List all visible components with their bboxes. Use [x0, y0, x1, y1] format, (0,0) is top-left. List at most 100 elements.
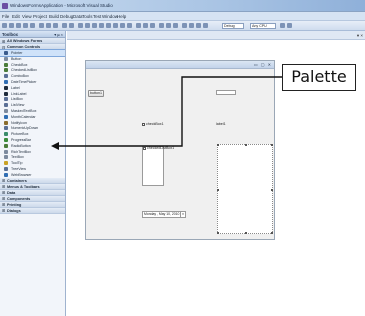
save-all-icon[interactable] — [30, 23, 35, 28]
cut-icon[interactable] — [39, 23, 44, 28]
combobox-icon — [4, 74, 8, 79]
window-title: WindowsFormsApplication - Microsoft Visu… — [10, 3, 113, 8]
size-icon[interactable] — [99, 23, 104, 28]
expand-icon[interactable]: ⊞ — [2, 208, 5, 213]
checkedlistbox1-label: checkedListBox1 — [147, 146, 175, 150]
toolbox-item-label: ListView — [11, 103, 25, 108]
resize-handle[interactable] — [217, 189, 219, 191]
form-window-controls: ▭ ▢ ✕ — [253, 62, 272, 67]
order-icon[interactable] — [113, 23, 118, 28]
platform-select[interactable]: Any CPU — [250, 23, 276, 29]
menu-edit[interactable]: Edit — [12, 14, 20, 19]
resize-handle[interactable] — [217, 144, 219, 146]
align-center-icon[interactable] — [85, 23, 90, 28]
numericupdown-icon — [4, 126, 8, 131]
label1-control[interactable]: label1 — [216, 122, 226, 126]
menu-file[interactable]: File — [2, 14, 9, 19]
toolbox-panel: Toolbox ▾ ᵽ × ⊞ All Windows Forms ⊟ Common … — [0, 31, 66, 316]
navigate-forward-icon[interactable] — [150, 23, 155, 28]
options-icon[interactable] — [287, 23, 292, 28]
checkbox1-label: checkBox1 — [146, 122, 164, 126]
undo-icon[interactable] — [62, 23, 67, 28]
lock-icon[interactable] — [127, 23, 132, 28]
add-item-icon[interactable] — [9, 23, 14, 28]
expand-icon[interactable]: ⊞ — [2, 190, 5, 195]
expand-icon[interactable]: ⊞ — [2, 178, 5, 183]
align-icon[interactable] — [78, 23, 83, 28]
calendar-dropdown-icon[interactable]: ▾ — [180, 212, 185, 217]
menu-test[interactable]: Test — [93, 14, 101, 19]
copy-icon[interactable] — [46, 23, 51, 28]
toolbox-group-label: Data — [7, 190, 16, 195]
menu-help[interactable]: Help — [117, 14, 126, 19]
toolbox-item-label: ListBox — [11, 97, 23, 102]
align-right-icon[interactable] — [92, 23, 97, 28]
menu-debug[interactable]: Debug — [60, 14, 73, 19]
menu-view[interactable]: View — [22, 14, 32, 19]
pin-icon[interactable]: ▾ ᵽ × — [54, 32, 63, 37]
expand-icon[interactable]: ⊞ — [2, 184, 5, 189]
find-in-files-icon[interactable] — [280, 23, 285, 28]
spacing-icon[interactable] — [106, 23, 111, 28]
checkbox1-control[interactable]: checkBox1 — [142, 122, 164, 126]
resize-handle[interactable] — [271, 189, 273, 191]
paste-icon[interactable] — [53, 23, 58, 28]
toolbox-group-dialogs[interactable]: ⊞ Dialogs — [0, 207, 65, 214]
navigate-back-icon[interactable] — [143, 23, 148, 28]
resize-handle[interactable] — [271, 232, 273, 234]
menu-window[interactable]: Window — [102, 14, 118, 19]
stop-icon[interactable] — [173, 23, 178, 28]
toolbox-group-label: Printing — [7, 202, 22, 207]
expand-icon[interactable]: ⊞ — [2, 202, 5, 207]
visual-studio-window: WindowsFormsApplication - Microsoft Visu… — [0, 0, 365, 316]
properties-icon[interactable] — [196, 23, 201, 28]
checkedlistbox1-control[interactable] — [142, 146, 164, 186]
solution-config-select[interactable]: Debug — [222, 23, 244, 29]
expand-icon[interactable]: ⊞ — [2, 39, 5, 44]
datetimepicker1-control[interactable]: Monday , May 10, 2010 ▾ — [142, 211, 186, 218]
new-project-icon[interactable] — [2, 23, 7, 28]
resize-handle[interactable] — [245, 232, 247, 234]
redo-icon[interactable] — [69, 23, 74, 28]
checkedlistbox1-item[interactable]: checkedListBox1 — [142, 146, 174, 150]
resize-handle[interactable] — [217, 232, 219, 234]
toolbox-item-label: CheckBox — [11, 62, 28, 67]
checkbox-icon — [4, 62, 8, 67]
notifyicon-icon — [4, 120, 8, 125]
toolbox-item-label: RadioButton — [11, 143, 31, 148]
toolbox-item-label: LinkLabel — [11, 91, 27, 96]
solution-explorer-icon[interactable] — [189, 23, 194, 28]
open-file-icon[interactable] — [16, 23, 21, 28]
richtextbox-icon — [4, 149, 8, 154]
expand-icon[interactable]: ⊞ — [2, 196, 5, 201]
panel1-control[interactable] — [217, 144, 273, 234]
textbox1-control[interactable] — [216, 90, 236, 95]
start-debugging-icon[interactable] — [159, 23, 164, 28]
grid-icon[interactable] — [120, 23, 125, 28]
layout-icon[interactable] — [136, 23, 141, 28]
toolbox-item-label: TreeView — [11, 166, 26, 171]
resize-handle[interactable] — [271, 144, 273, 146]
menu-project[interactable]: Project — [33, 14, 47, 19]
pointer-icon — [4, 51, 8, 55]
menu-tools[interactable]: Tools — [82, 14, 93, 19]
menu-bar: File Edit View Project Build Debug Data … — [0, 12, 365, 21]
textbox-icon — [4, 155, 8, 160]
expand-icon[interactable]: ⊟ — [2, 45, 5, 50]
close-document-icon[interactable]: ▾ × — [357, 33, 363, 39]
webbrowser-icon — [4, 172, 8, 177]
toolbox-icon[interactable] — [203, 23, 208, 28]
pause-icon[interactable] — [166, 23, 171, 28]
toolbox-group-label: Dialogs — [7, 208, 21, 213]
datetimepicker-icon — [4, 79, 8, 84]
find-icon[interactable] — [182, 23, 187, 28]
toolbox-item-label: CheckedListBox — [11, 68, 37, 73]
toolbox-item-label: PictureBox — [11, 132, 29, 137]
button-icon — [4, 56, 8, 61]
button1-control[interactable]: button1 — [88, 90, 104, 97]
toolbox-group-label: All Windows Forms — [7, 39, 43, 43]
toolbox-group-label: Components — [7, 196, 31, 201]
save-icon[interactable] — [23, 23, 28, 28]
resize-handle[interactable] — [245, 144, 247, 146]
menu-build[interactable]: Build — [49, 14, 59, 19]
